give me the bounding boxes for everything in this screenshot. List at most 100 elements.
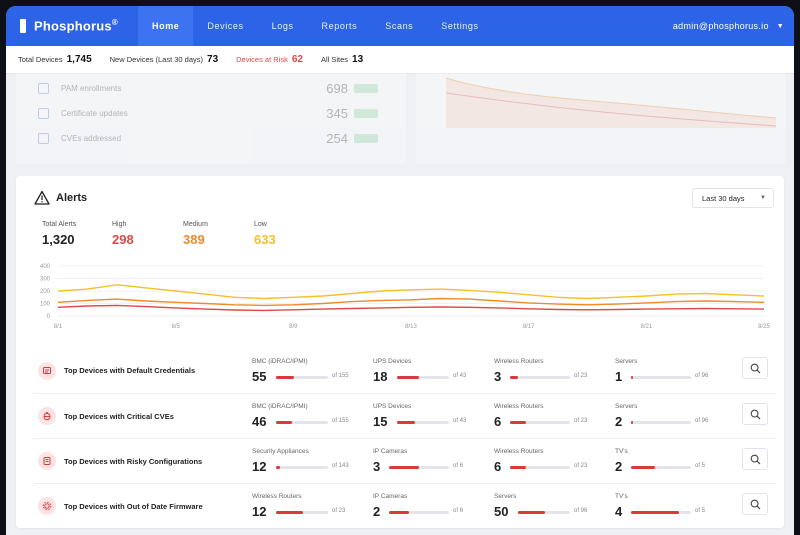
stat-devices-at-risk[interactable]: Devices at Risk 62 bbox=[236, 54, 303, 65]
metric-progress-fill bbox=[276, 375, 295, 379]
stat-label: All Sites bbox=[320, 55, 349, 64]
logo-mark-icon bbox=[20, 18, 26, 33]
device-metric[interactable]: Wireless Routers 6 of 23 bbox=[494, 441, 615, 481]
metric-category: IP Cameras bbox=[373, 448, 408, 455]
summary-medium[interactable]: Medium 389 bbox=[183, 221, 254, 247]
stat-value: 13 bbox=[352, 54, 364, 65]
device-metric[interactable]: TV's 4 of 5 bbox=[615, 486, 736, 526]
remediation-label: CVEs addressed bbox=[61, 134, 122, 143]
metric-total: of 6 bbox=[453, 508, 464, 514]
nav-item-devices[interactable]: Devices bbox=[193, 6, 257, 46]
nav-item-scans[interactable]: Scans bbox=[371, 6, 427, 46]
metric-progress-bar bbox=[397, 375, 449, 379]
device-metric[interactable]: Security Appliances 12 of 143 bbox=[252, 441, 373, 481]
y-tick-label: 300 bbox=[40, 277, 51, 283]
metric-count: 2 bbox=[373, 504, 381, 519]
x-tick-label: 8/9 bbox=[289, 324, 298, 330]
bug-icon bbox=[38, 407, 56, 425]
metric-total: of 23 bbox=[332, 508, 346, 514]
metric-progress-fill bbox=[631, 375, 633, 379]
y-tick-label: 0 bbox=[47, 314, 51, 320]
firmware-icon bbox=[38, 497, 56, 515]
x-tick-label: 8/21 bbox=[640, 324, 652, 330]
device-metric[interactable]: Servers 50 of 96 bbox=[494, 486, 615, 526]
metric-progress-fill bbox=[510, 466, 526, 469]
device-metric[interactable]: Servers 1 of 96 bbox=[615, 351, 736, 391]
list-icon bbox=[38, 83, 49, 94]
trend-chart-card bbox=[416, 68, 786, 164]
nav-item-home[interactable]: Home bbox=[138, 6, 194, 46]
metric-category: Wireless Routers bbox=[252, 493, 302, 500]
device-metric[interactable]: IP Cameras 3 of 6 bbox=[373, 441, 494, 481]
logo-text: Phosphorus® bbox=[34, 18, 118, 34]
stat-label: Total Devices bbox=[18, 55, 63, 64]
metric-progress-fill bbox=[631, 421, 633, 424]
device-metric[interactable]: BMC (iDRAC/IPMI) 55 of 155 bbox=[252, 351, 373, 391]
logo[interactable]: Phosphorus® bbox=[6, 18, 138, 34]
summary-label: Medium bbox=[183, 221, 208, 228]
stat-total-devices[interactable]: Total Devices 1,745 bbox=[18, 54, 92, 65]
device-metric[interactable]: BMC (iDRAC/IPMI) 46 of 155 bbox=[252, 396, 373, 436]
metric-progress-fill bbox=[518, 511, 546, 514]
alerts-series-line bbox=[57, 297, 765, 307]
device-metric[interactable]: IP Cameras 2 of 6 bbox=[373, 486, 494, 526]
metric-category: Servers bbox=[615, 357, 638, 365]
device-row: Top Devices with Critical CVEs BMC (iDRAC… bbox=[34, 393, 776, 438]
device-metric[interactable]: Servers 2 of 96 bbox=[615, 396, 736, 436]
background-panels: PAM enrollments 698 Certificate updates … bbox=[6, 68, 794, 169]
account-menu[interactable]: admin@phosphorus.io ▼ bbox=[673, 21, 794, 31]
summary-total[interactable]: Total Alerts 1,320 bbox=[42, 221, 112, 247]
metric-progress-fill bbox=[631, 466, 655, 469]
date-range-select[interactable]: Last 30 days ▼ bbox=[692, 188, 774, 208]
account-email: admin@phosphorus.io bbox=[672, 21, 769, 31]
x-tick-label: 8/1 bbox=[54, 324, 63, 330]
device-row-title: Top Devices with Critical CVEs bbox=[64, 411, 174, 421]
search-button[interactable] bbox=[742, 357, 768, 379]
metric-count: 46 bbox=[252, 414, 267, 429]
key-icon bbox=[38, 361, 56, 380]
y-tick-label: 200 bbox=[40, 289, 51, 295]
remediation-value: 254 bbox=[326, 131, 348, 146]
nav-item-reports[interactable]: Reports bbox=[308, 6, 372, 46]
metric-count: 6 bbox=[494, 414, 502, 429]
caret-down-icon: ▼ bbox=[776, 22, 784, 30]
metric-progress-bar bbox=[276, 375, 328, 379]
device-row-title: Top Devices with Out of Date Firmware bbox=[64, 501, 203, 511]
device-metric[interactable]: Wireless Routers 3 of 23 bbox=[494, 351, 615, 391]
metric-count: 2 bbox=[615, 459, 623, 474]
search-button[interactable] bbox=[742, 448, 768, 470]
summary-value: 298 bbox=[112, 232, 134, 247]
alerts-series-line bbox=[57, 284, 765, 300]
metric-progress-bar bbox=[389, 466, 449, 469]
alerts-title: Alerts bbox=[56, 192, 88, 204]
metric-progress-bar bbox=[510, 421, 570, 424]
metric-total: of 96 bbox=[695, 372, 709, 379]
summary-low[interactable]: Low 633 bbox=[254, 221, 324, 247]
summary-high[interactable]: High 298 bbox=[112, 221, 183, 247]
stat-label: Devices at Risk bbox=[236, 55, 288, 64]
config-icon bbox=[38, 452, 56, 470]
x-tick-label: 8/17 bbox=[523, 324, 535, 330]
y-tick-label: 400 bbox=[40, 264, 51, 270]
device-metric[interactable]: Wireless Routers 12 of 23 bbox=[252, 486, 373, 526]
nav-item-logs[interactable]: Logs bbox=[258, 6, 308, 46]
metric-count: 3 bbox=[494, 368, 502, 384]
stat-new-devices[interactable]: New Devices (Last 30 days) 73 bbox=[110, 54, 219, 65]
device-metric[interactable]: TV's 2 of 5 bbox=[615, 441, 736, 481]
metric-total: of 155 bbox=[332, 372, 349, 379]
metric-progress-fill bbox=[510, 375, 518, 379]
x-tick-label: 8/13 bbox=[405, 324, 417, 330]
stat-all-sites[interactable]: All Sites 13 bbox=[321, 54, 363, 65]
remediation-row: CVEs addressed 254 bbox=[38, 131, 378, 146]
x-tick-label: 8/25 bbox=[758, 324, 770, 330]
trend-badge bbox=[354, 134, 378, 143]
search-button[interactable] bbox=[742, 403, 768, 425]
search-button[interactable] bbox=[742, 493, 768, 515]
summary-label: High bbox=[112, 221, 127, 228]
device-row-title: Top Devices with Default Credentials bbox=[64, 366, 196, 375]
device-metric[interactable]: Wireless Routers 6 of 23 bbox=[494, 396, 615, 436]
nav-item-settings[interactable]: Settings bbox=[427, 6, 492, 46]
device-row: Top Devices with Risky Configurations Sec… bbox=[34, 438, 776, 483]
device-metric[interactable]: UPS Devices 15 of 43 bbox=[373, 396, 494, 436]
device-metric[interactable]: UPS Devices 18 of 43 bbox=[373, 351, 494, 391]
